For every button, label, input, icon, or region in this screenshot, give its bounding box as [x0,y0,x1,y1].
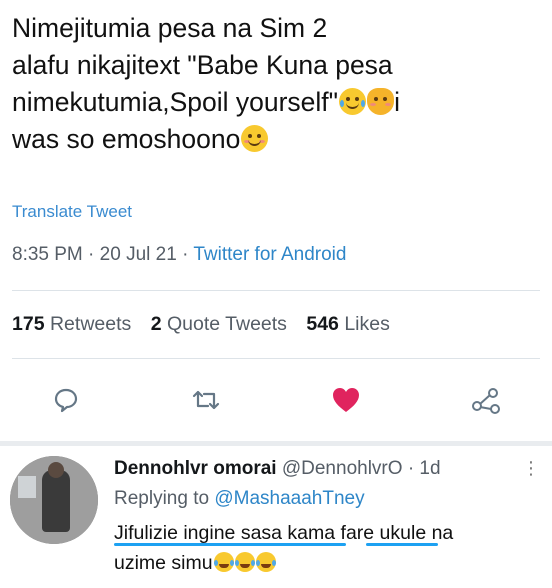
heart-icon [333,388,359,412]
tweet-line-4: was so emoshoono [12,121,547,158]
likes-count: 546 [306,313,339,335]
share-icon [472,388,500,414]
rofl-emoji-icon [213,552,234,572]
reply-text-line-2-content: uzime simu [114,552,213,574]
reply-text-line-1-content: Jifulizie ingine sasa kama fare ukule na [114,522,454,544]
avatar[interactable] [10,456,98,544]
relieved-face-emoji-icon [241,125,269,152]
reply-author-handle[interactable]: @DennohlvrO [282,458,403,479]
reply-button[interactable] [46,380,86,420]
highlight-underline [366,543,438,546]
retweets-count: 175 [12,313,45,335]
retweets-label: Retweets [49,313,132,335]
quote-tweets-count: 2 [150,313,162,335]
highlight-underline [114,543,346,546]
tears-of-joy-emoji-icon [339,88,367,115]
tweet-date: 20 Jul 21 [99,244,177,265]
tweet-meta: 8:35 PM · 20 Jul 21 · Twitter for Androi… [12,244,346,266]
reply-author-name[interactable]: Dennohlvr omorai [114,458,277,479]
tweet-line-2: alafu nikajitext "Babe Kuna pesa [12,50,393,80]
divider [12,290,540,291]
retweet-button[interactable] [186,380,226,420]
quote-tweets-label: Quote Tweets [166,313,287,335]
meta-dot: · [182,244,189,265]
likes-label: Likes [344,313,390,335]
tweet-actions [0,380,552,420]
replying-to-label: Replying to [114,488,210,509]
rofl-emoji-icon [255,552,276,572]
tweet-line-4-text: was so emoshoono [12,124,241,154]
tweet-line-1: Nimejitumia pesa na Sim 2 [12,13,328,43]
tweet-time: 8:35 PM [12,244,83,265]
reply-time: 1d [419,458,441,479]
retweets-stat[interactable]: 175 Retweets [12,313,131,335]
replying-to: Replying to @MashaaahTney [114,488,365,510]
rofl-emoji-icon [234,552,255,572]
reply-text-line-2: uzime simu [114,548,544,578]
like-button[interactable] [326,380,366,420]
kissing-cat-emoji-icon [367,88,395,115]
reply-text: Jifulizie ingine sasa kama fare ukule na… [114,518,544,578]
share-button[interactable] [466,380,506,420]
tweet-line-3-text: nimekutumia,Spoil yourself" [12,87,339,117]
tweet-text: Nimejitumia pesa na Sim 2 alafu nikajite… [12,10,547,158]
quote-tweets-stat[interactable]: 2 Quote Tweets [151,313,287,335]
reply-dot: · [407,458,415,479]
tweet-line-3: nimekutumia,Spoil yourself" i [12,84,547,121]
retweet-icon [192,390,220,410]
reply-tweet[interactable]: Dennohlvr omorai @DennohlvrO · 1d ⋮ Repl… [0,446,552,588]
likes-stat[interactable]: 546 Likes [306,313,390,335]
reply-header: Dennohlvr omorai @DennohlvrO · 1d [114,458,441,480]
reply-icon [54,388,78,413]
reply-text-line-1: Jifulizie ingine sasa kama fare ukule na [114,518,544,548]
meta-dot: · [88,244,95,265]
more-options-icon[interactable]: ⋮ [522,458,540,479]
tweet-line-3-tail: i [394,87,400,117]
tweet-source-link[interactable]: Twitter for Android [193,244,346,265]
replying-to-mention[interactable]: @MashaaahTney [214,488,364,509]
divider [12,358,540,359]
translate-tweet-link[interactable]: Translate Tweet [12,202,132,222]
tweet-stats: 175 Retweets 2 Quote Tweets 546 Likes [12,313,404,336]
